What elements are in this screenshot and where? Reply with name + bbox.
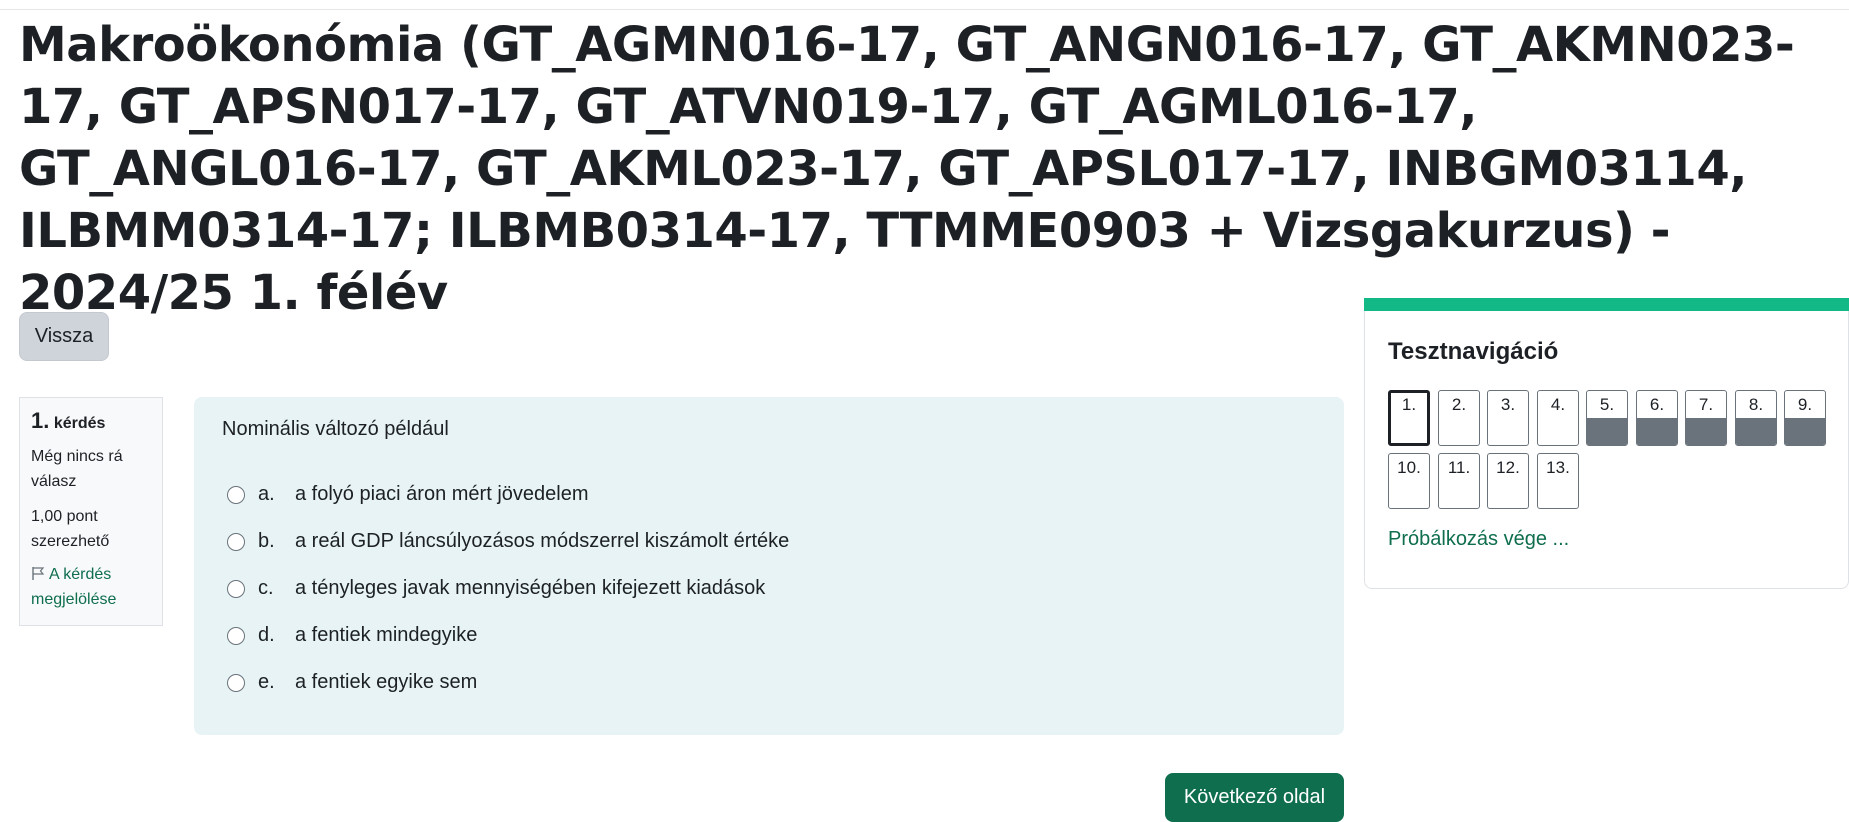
quiz-nav-button[interactable]: 6. bbox=[1636, 390, 1678, 446]
quiz-nav-button-label: 12. bbox=[1496, 458, 1520, 477]
answer-option-b[interactable]: b. a reál GDP láncsúlyozásos módszerrel … bbox=[222, 518, 1316, 565]
quiz-nav-button[interactable]: 8. bbox=[1735, 390, 1777, 446]
next-page-button[interactable]: Következő oldal bbox=[1165, 773, 1344, 822]
answered-indicator bbox=[1736, 418, 1776, 445]
radio-button[interactable] bbox=[227, 532, 245, 551]
quiz-nav-button[interactable]: 7. bbox=[1685, 390, 1727, 446]
answer-letter: a. bbox=[258, 483, 275, 505]
quiz-nav-button[interactable]: 10. bbox=[1388, 453, 1430, 509]
quiz-nav-button-label: 4. bbox=[1550, 395, 1566, 414]
question-state: Még nincs rá válasz bbox=[31, 448, 123, 490]
answer-letter: e. bbox=[258, 671, 275, 693]
answered-indicator bbox=[1686, 418, 1726, 445]
radio-button[interactable] bbox=[227, 626, 245, 645]
answer-list: a. a folyó piaci áron mért jövedelem b. … bbox=[222, 471, 1316, 706]
answer-letter: b. bbox=[258, 530, 275, 552]
answer-text[interactable]: a fentiek egyike sem bbox=[295, 671, 477, 694]
flag-question-link[interactable]: A kérdés megjelölése bbox=[31, 562, 151, 612]
quiz-navigation-block: Tesztnavigáció 1. 2. 3. 4. 5. 6. 7. 8. 9. 10. 11. 1… bbox=[1364, 298, 1849, 589]
quiz-nav-button-label: 10. bbox=[1397, 458, 1421, 477]
quiz-nav-button-label: 11. bbox=[1447, 458, 1471, 477]
question-grade: 1,00 pont szerezhető bbox=[31, 508, 110, 550]
quiz-nav-button[interactable]: 12. bbox=[1487, 453, 1529, 509]
quiz-nav-button[interactable]: 9. bbox=[1784, 390, 1826, 446]
answered-indicator bbox=[1637, 418, 1677, 445]
quiz-nav-button-label: 2. bbox=[1451, 395, 1467, 414]
question-number-value: 1. bbox=[31, 408, 50, 433]
question-text: Nominális változó például bbox=[222, 418, 449, 440]
quiz-navigation-title: Tesztnavigáció bbox=[1388, 338, 1559, 365]
quiz-nav-button-label: 1. bbox=[1401, 395, 1417, 414]
page-title: Makroökonómia (GT_AGMN016-17, GT_ANGN016… bbox=[19, 17, 1795, 321]
quiz-nav-button-label: 7. bbox=[1698, 395, 1714, 414]
top-divider bbox=[0, 9, 1849, 10]
back-button[interactable]: Vissza bbox=[19, 312, 109, 361]
flag-icon bbox=[32, 567, 45, 580]
answer-text[interactable]: a fentiek mindegyike bbox=[295, 624, 477, 647]
answer-text[interactable]: a reál GDP láncsúlyozásos módszerrel kis… bbox=[295, 530, 789, 553]
answer-option-a[interactable]: a. a folyó piaci áron mért jövedelem bbox=[222, 471, 1316, 518]
quiz-nav-button[interactable]: 2. bbox=[1438, 390, 1480, 446]
quiz-nav-button[interactable]: 3. bbox=[1487, 390, 1529, 446]
radio-button[interactable] bbox=[227, 673, 245, 692]
answer-option-d[interactable]: d. a fentiek mindegyike bbox=[222, 612, 1316, 659]
radio-button[interactable] bbox=[227, 579, 245, 598]
question-number: 1. kérdés bbox=[31, 408, 151, 436]
answered-indicator bbox=[1587, 418, 1627, 445]
quiz-nav-button-label: 9. bbox=[1797, 395, 1813, 414]
answer-letter: c. bbox=[258, 577, 274, 599]
question-info: 1. kérdés Még nincs rá válasz 1,00 pont … bbox=[19, 397, 163, 626]
finish-attempt-link[interactable]: Próbálkozás vége ... bbox=[1388, 528, 1569, 551]
answer-text[interactable]: a folyó piaci áron mért jövedelem bbox=[295, 483, 588, 506]
quiz-nav-button[interactable]: 1. bbox=[1388, 390, 1430, 446]
answer-text[interactable]: a tényleges javak mennyiségében kifejeze… bbox=[295, 577, 765, 600]
quiz-nav-button[interactable]: 4. bbox=[1537, 390, 1579, 446]
quiz-nav-button-label: 13. bbox=[1546, 458, 1570, 477]
quiz-nav-button-label: 3. bbox=[1500, 395, 1516, 414]
quiz-nav-button-label: 6. bbox=[1649, 395, 1665, 414]
answer-option-c[interactable]: c. a tényleges javak mennyiségében kifej… bbox=[222, 565, 1316, 612]
answer-option-e[interactable]: e. a fentiek egyike sem bbox=[222, 659, 1316, 706]
radio-button[interactable] bbox=[227, 485, 245, 504]
quiz-nav-button[interactable]: 11. bbox=[1438, 453, 1480, 509]
answer-letter: d. bbox=[258, 624, 275, 646]
block-accent-bar bbox=[1364, 298, 1849, 311]
answered-indicator bbox=[1785, 418, 1825, 445]
quiz-nav-button-label: 8. bbox=[1748, 395, 1764, 414]
question-number-label: kérdés bbox=[53, 415, 106, 432]
quiz-nav-button-label: 5. bbox=[1599, 395, 1615, 414]
question-content: Nominális változó például a. a folyó pia… bbox=[194, 397, 1344, 735]
quiz-nav-button[interactable]: 13. bbox=[1537, 453, 1579, 509]
quiz-nav-button[interactable]: 5. bbox=[1586, 390, 1628, 446]
